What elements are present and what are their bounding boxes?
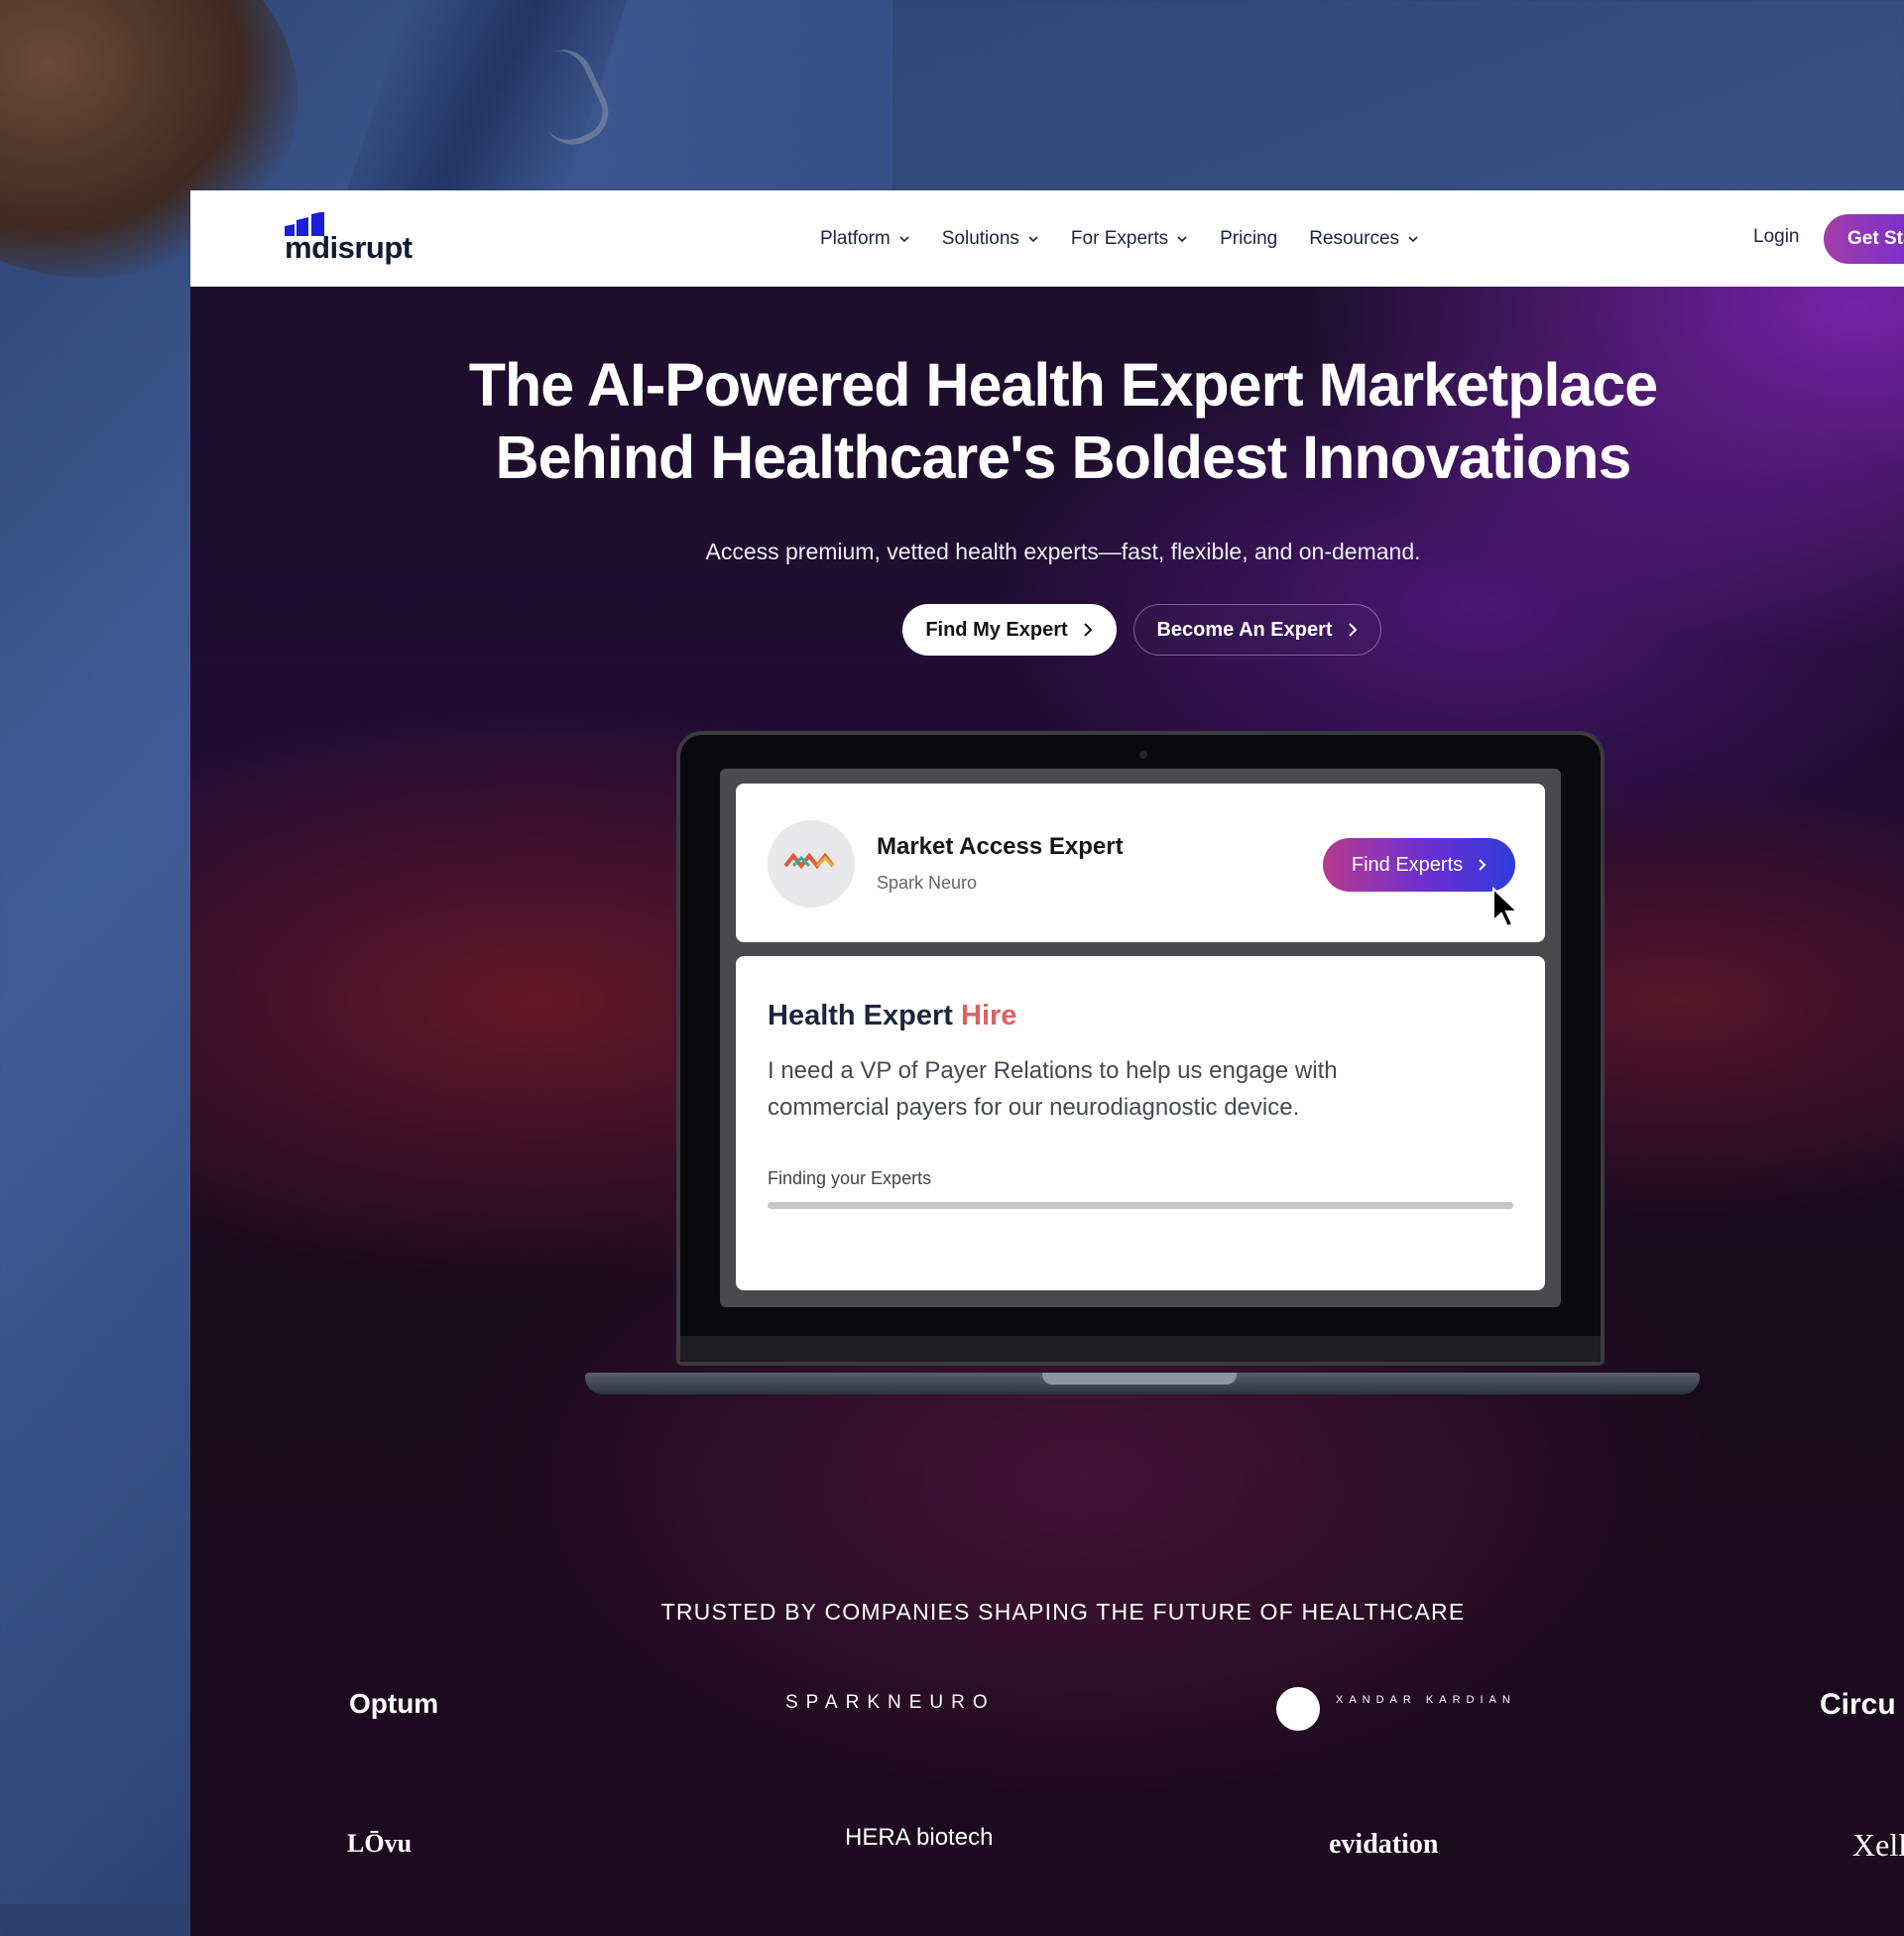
expert-card: Market Access Expert Spark Neuro Find Ex… [736,784,1545,942]
find-experts-label: Find Experts [1351,853,1464,876]
get-started-button[interactable]: Get Started [1824,214,1904,264]
hire-title-accent: Hire [961,1000,1017,1031]
chevron-right-icon [1083,623,1093,637]
nav-item-label: Pricing [1220,227,1278,249]
finding-status: Finding your Experts [768,1168,932,1188]
chevron-down-icon [1177,235,1187,242]
nav-item-solutions[interactable]: Solutions [942,228,1039,250]
login-link[interactable]: Login [1753,226,1800,248]
company-avatar [768,820,855,908]
become-an-expert-label: Become An Expert [1156,618,1333,641]
trusted-heading: TRUSTED BY COMPANIES SHAPING THE FUTURE … [660,1599,1466,1625]
hire-card: Health Expert Hire I need a VP of Payer … [736,956,1545,1290]
chevron-down-icon [899,235,909,242]
expert-company: Spark Neuro [877,873,978,893]
laptop-notch [1042,1373,1237,1385]
nav-item-label: For Experts [1070,227,1169,249]
chevron-right-icon [1348,623,1357,637]
nav-item-label: Platform [820,227,891,249]
find-my-expert-button[interactable]: Find My Expert [902,604,1117,656]
laptop-mockup: Market Access Expert Spark Neuro Find Ex… [676,731,1605,1366]
chevron-down-icon [1408,235,1418,242]
logo-text[interactable]: mdisrupt [285,230,413,266]
xandar-kardian-icon [1276,1687,1320,1731]
nav-item-platform[interactable]: Platform [820,228,910,250]
laptop-base [585,1373,1700,1394]
nav-item-for-experts[interactable]: For Experts [1071,228,1188,250]
mouse-pointer-icon [1492,887,1520,928]
top-navigation: mdisrupt Platform Solutions For Experts … [190,190,1904,287]
hire-description: I need a VP of Payer Relations to help u… [768,1057,1338,1121]
hire-title: Health Expert Hire [768,1000,1016,1032]
chevron-down-icon [1028,235,1038,242]
logo-evidation: evidation [1329,1829,1439,1860]
nav-item-resources[interactable]: Resources [1309,228,1419,250]
nav-item-label: Solutions [941,227,1019,249]
progress-bar [768,1202,1513,1209]
browser-frame: mdisrupt Platform Solutions For Experts … [190,190,1904,1936]
hire-title-main: Health Expert [768,1000,953,1031]
logo-xell: Xell [1852,1827,1904,1863]
logo-optum: Optum [349,1688,439,1719]
nav-item-label: Resources [1309,227,1400,249]
logo-spark-neuro: SPARKNEURO [785,1692,996,1713]
logo-xandar-kardian: XANDAR KARDIAN [1336,1694,1516,1706]
chevron-right-icon [1479,859,1487,871]
hero-subtitle: Access premium, vetted health experts—fa… [705,539,1421,564]
logo-hera-biotech: HERA biotech [845,1824,994,1851]
nav-menu: Platform Solutions For Experts Pricing R… [820,190,1451,287]
hero-title-line2: Behind Healthcare's Boldest Innovations [495,424,1632,491]
hero-section: The AI-Powered Health Expert Marketplace… [190,287,1904,1936]
laptop-screen: Market Access Expert Spark Neuro Find Ex… [720,769,1561,1307]
spark-neuro-logo-icon [783,852,835,870]
expert-title: Market Access Expert [877,833,1124,860]
find-my-expert-label: Find My Expert [925,618,1068,641]
laptop-bezel [680,1336,1601,1362]
hero-title: The AI-Powered Health Expert Marketplace… [190,349,1904,494]
nav-item-pricing[interactable]: Pricing [1220,228,1277,250]
hero-title-line1: The AI-Powered Health Expert Marketplace [468,351,1658,419]
become-an-expert-button[interactable]: Become An Expert [1133,604,1381,656]
find-experts-button[interactable]: Find Experts [1323,838,1515,892]
camera-icon [1139,751,1147,759]
logo-lovu: LŌvu [347,1829,413,1858]
logo-circu: Circu [1820,1688,1896,1721]
